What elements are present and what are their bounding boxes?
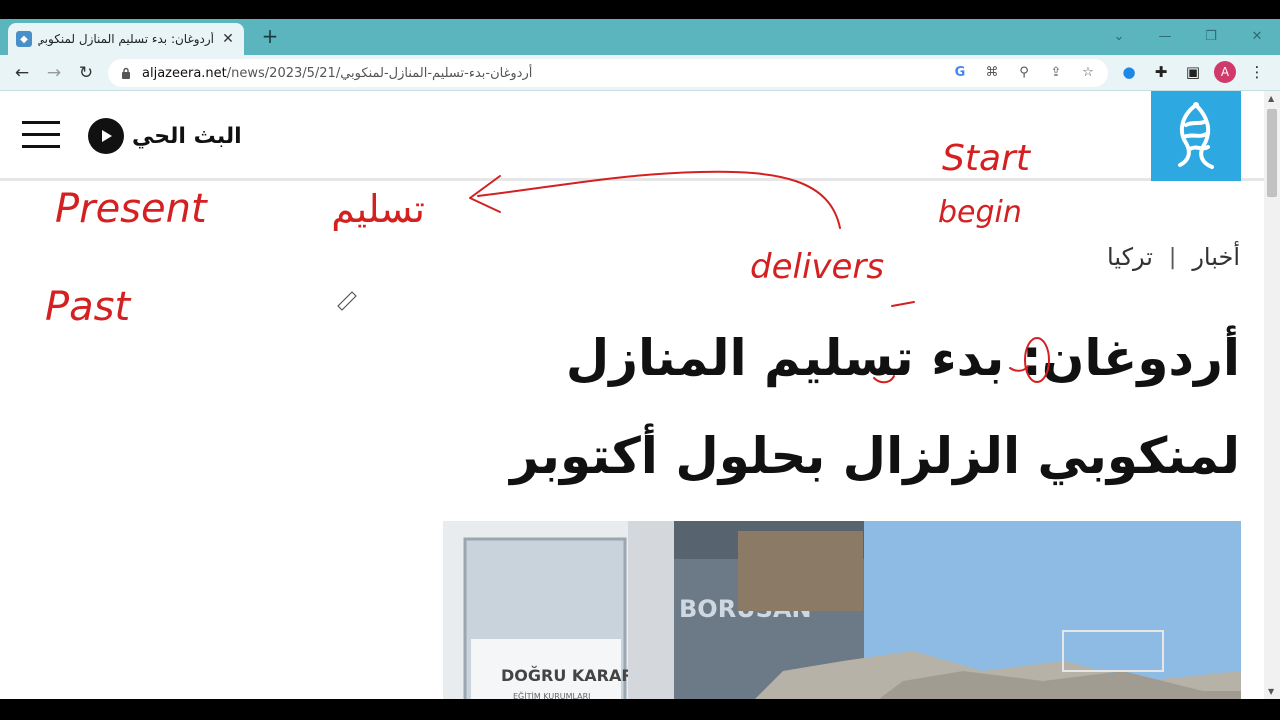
article-photo[interactable]: DOĞRU KARAR EĞİTİM KURUMLARI BORUSAN — [443, 521, 1241, 699]
banner-subtext: EĞİTİM KURUMLARI — [513, 690, 591, 699]
tab-close-button[interactable]: ✕ — [220, 31, 236, 47]
browser-toolbar: ← → ↻ aljazeera.net/news/2023/5/21/أردوغ… — [0, 55, 1280, 91]
minimize-icon[interactable]: — — [1150, 25, 1180, 49]
play-icon — [88, 118, 124, 154]
breadcrumb-news[interactable]: أخبار — [1192, 243, 1240, 271]
breadcrumb-turkey[interactable]: تركيا — [1107, 243, 1153, 271]
menu-icon[interactable] — [22, 121, 60, 151]
star-icon[interactable]: ☆ — [1078, 63, 1098, 83]
scroll-thumb[interactable] — [1267, 109, 1277, 197]
scroll-down-icon[interactable]: ▼ — [1268, 687, 1274, 696]
google-icon[interactable]: G — [950, 63, 970, 83]
restore-icon[interactable]: ❐ — [1196, 25, 1226, 49]
share-icon[interactable]: ⇪ — [1046, 63, 1066, 83]
browser-tab[interactable]: ◆ أردوغان: بدء تسليم المنازل لمنكوبي ✕ — [8, 23, 244, 55]
tab-title: أردوغان: بدء تسليم المنازل لمنكوبي — [38, 32, 214, 46]
url-host: aljazeera.net — [142, 65, 227, 81]
web-page: البث الحي أخبار | تركيا أردوغان: بدء تسل… — [0, 91, 1264, 699]
scroll-up-icon[interactable]: ▲ — [1268, 94, 1274, 103]
tab-search-icon[interactable]: ⌄ — [1104, 25, 1134, 49]
forward-arrow-icon[interactable]: → — [42, 61, 66, 85]
article-headline: أردوغان: بدء تسليم المنازل لمنكوبي الزلز… — [340, 309, 1240, 505]
close-window-icon[interactable]: ✕ — [1242, 25, 1272, 49]
live-stream-label: البث الحي — [132, 123, 242, 149]
translate-icon[interactable]: ⌘ — [982, 63, 1002, 83]
more-menu-icon[interactable]: ⋮ — [1246, 61, 1268, 83]
url-text: aljazeera.net/news/2023/5/21/أردوغان-بدء… — [142, 66, 532, 81]
water-drop-icon[interactable]: ● — [1118, 61, 1140, 83]
profile-avatar[interactable]: A — [1214, 61, 1236, 83]
banner-text: DOĞRU KARAR — [501, 666, 634, 685]
zoom-icon[interactable]: ⚲ — [1014, 63, 1034, 83]
page-scrollbar[interactable]: ▲ ▼ — [1264, 91, 1280, 699]
lock-icon[interactable] — [118, 65, 134, 81]
headline-line-1: أردوغان: بدء تسليم المنازل — [565, 329, 1240, 387]
breadcrumb: أخبار | تركيا — [1107, 243, 1240, 271]
back-arrow-icon[interactable]: ← — [10, 61, 34, 85]
headline-line-2: لمنكوبي الزلزال بحلول أكتوبر — [510, 427, 1240, 485]
aljazeera-favicon-icon: ◆ — [16, 31, 32, 47]
url-path: /news/2023/5/21/أردوغان-بدء-تسليم-المناز… — [226, 65, 533, 81]
aljazeera-logo[interactable] — [1151, 91, 1241, 181]
puzzle-icon[interactable]: ✚ — [1150, 61, 1172, 83]
reload-icon[interactable]: ↻ — [74, 61, 98, 85]
screen: ◆ أردوغان: بدء تسليم المنازل لمنكوبي ✕ +… — [0, 0, 1280, 720]
bottom-bar — [0, 699, 1280, 720]
side-panel-icon[interactable]: ▣ — [1182, 61, 1204, 83]
new-tab-button[interactable]: + — [258, 25, 282, 49]
address-bar[interactable]: aljazeera.net/news/2023/5/21/أردوغان-بدء… — [108, 59, 1108, 87]
aljazeera-logo-icon — [1178, 102, 1214, 169]
breadcrumb-separator: | — [1168, 244, 1177, 270]
site-header: البث الحي — [0, 91, 1264, 181]
live-stream-link[interactable]: البث الحي — [88, 118, 242, 154]
tab-strip: ◆ أردوغان: بدء تسليم المنازل لمنكوبي ✕ +… — [0, 19, 1280, 55]
